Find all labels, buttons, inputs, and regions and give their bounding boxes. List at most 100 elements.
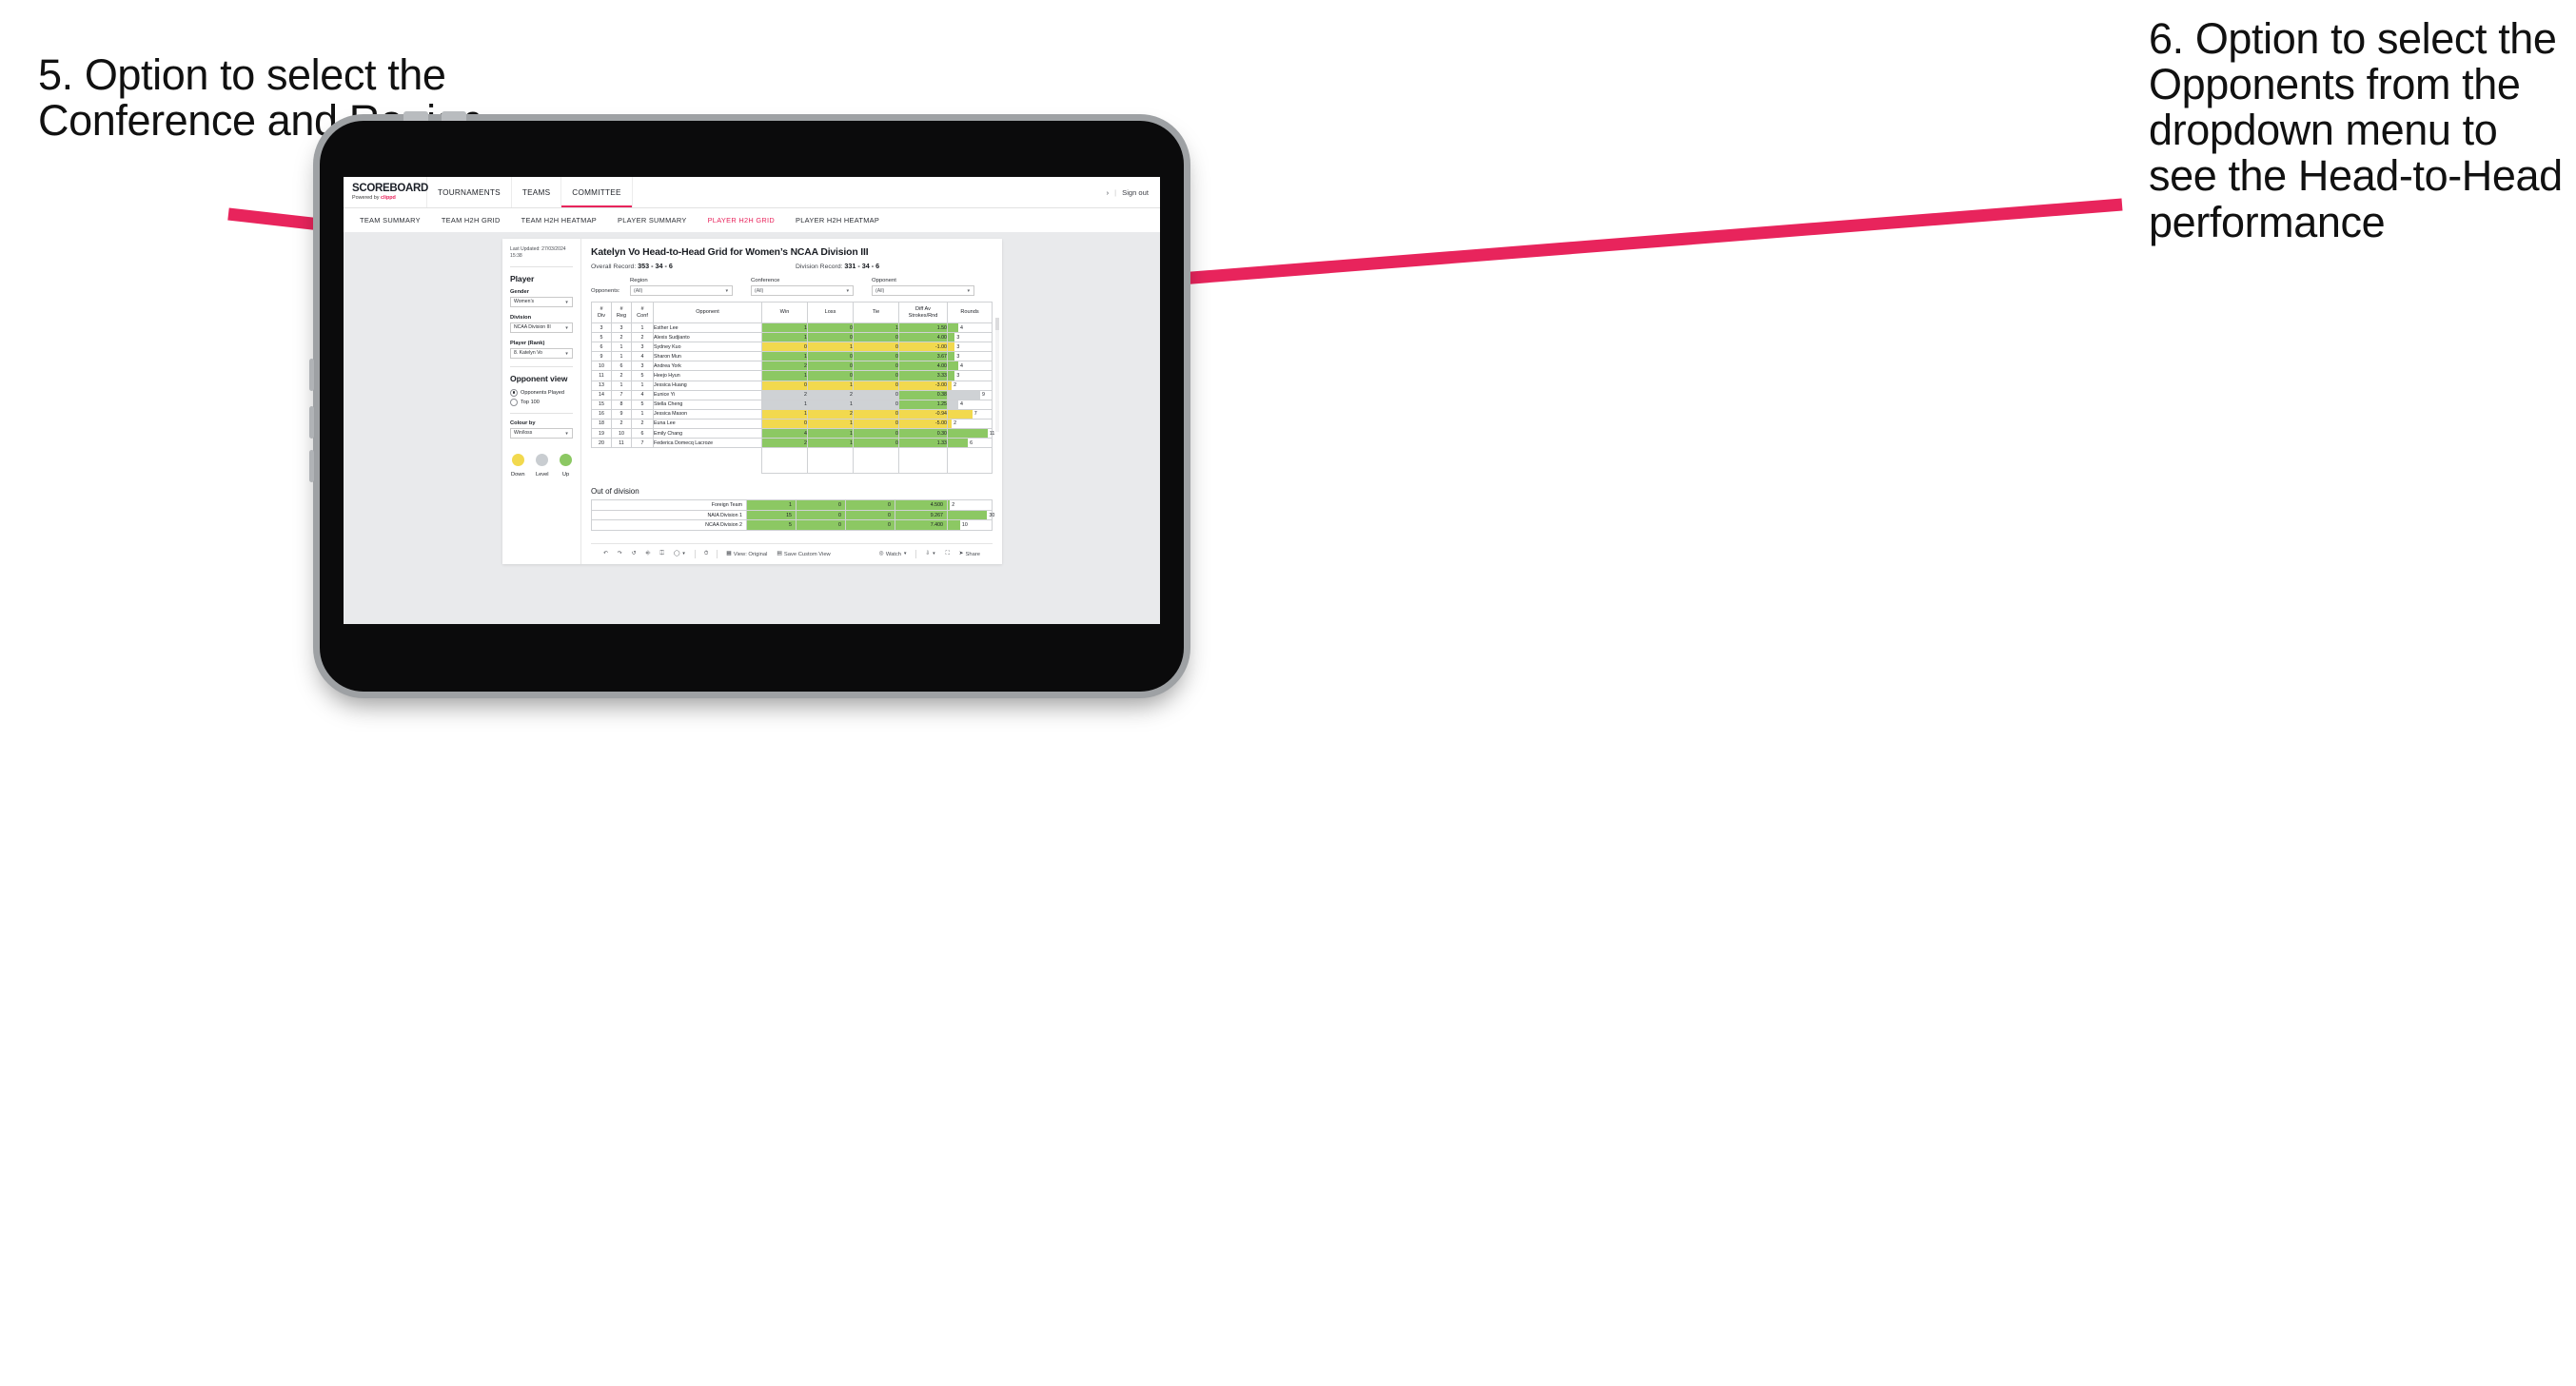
subnav-tab-player-h2h-grid[interactable]: PLAYER H2H GRID: [708, 216, 775, 224]
opponent-view-title: Opponent view: [510, 373, 568, 383]
col-header-div[interactable]: # Div: [591, 302, 612, 323]
sign-out-link[interactable]: Sign out: [1122, 188, 1149, 197]
side-button-1[interactable]: [309, 359, 314, 391]
table-row[interactable]: 20 11 7 Federica Domecq Lacroze 2 1 0 1.33 6: [591, 438, 993, 449]
subnav-tab-team-h2h-heatmap[interactable]: TEAM H2H HEATMAP: [521, 216, 597, 224]
redo-icon[interactable]: ↷: [613, 551, 627, 557]
share-button[interactable]: ➤ Share: [954, 551, 985, 557]
col-header-diff[interactable]: Diff Av Strokes/Rnd: [898, 302, 948, 323]
cell-loss: 0: [796, 499, 846, 511]
cell-conf: 5: [631, 370, 654, 381]
table-row[interactable]: 19 10 6 Emily Chang 4 1 0 0.30 11: [591, 428, 994, 439]
player-rank-select[interactable]: 8. Katelyn Vo ▼: [510, 347, 573, 359]
workspace-area: Last Updated: 27/03/2024 15:38 Player Ge…: [344, 232, 1160, 624]
volume-down-button[interactable]: [442, 111, 466, 121]
table-row[interactable]: 15 8 5 Stella Cheng 1 1 0 1.25 4: [591, 399, 993, 410]
region-select[interactable]: (All) ▼: [630, 285, 733, 296]
cell-opponent: Stella Cheng: [653, 399, 762, 410]
col-header-conf[interactable]: # Conf: [631, 302, 654, 323]
fullscreen-button[interactable]: ⛶: [941, 551, 954, 557]
col-header-tie[interactable]: Tie: [853, 302, 899, 323]
cell-win: 1: [746, 499, 796, 511]
view-original-button[interactable]: ▦ View: Original: [721, 551, 772, 557]
cell-rounds: 3: [947, 342, 993, 353]
opponent-filter: Opponent (All) ▼: [872, 278, 974, 296]
divider: [510, 265, 573, 267]
col-header-opponent[interactable]: Opponent: [653, 302, 762, 323]
subnav-tab-team-h2h-grid[interactable]: TEAM H2H GRID: [442, 216, 501, 224]
radio-opponents-played[interactable]: Opponents Played: [510, 388, 573, 397]
table-row[interactable]: 6 1 3 Sydney Kuo 0 1 0 -1.00 3: [591, 342, 993, 353]
table-row[interactable]: 5 2 2 Alexis Sudjianto 1 0 0 4.00 3: [591, 332, 993, 343]
division-record: Division Record: 331 - 34 - 6: [796, 262, 879, 270]
gender-label: Gender: [510, 288, 529, 295]
nav-tab-teams[interactable]: TEAMS: [512, 177, 562, 207]
chevron-right-icon[interactable]: ›: [1107, 188, 1110, 197]
table-row[interactable]: 16 9 1 Jessica Mason 1 2 0 -0.94 7: [591, 408, 993, 420]
table-row[interactable]: 3 3 1 Esther Lee 1 0 1 1.50 4: [591, 322, 993, 334]
cell-opponent: Esther Lee: [653, 322, 762, 334]
cell-opponent: Sharon Mun: [653, 351, 762, 362]
cell-rounds: 3: [947, 370, 993, 381]
cell-diff: 9.267: [895, 509, 948, 521]
cell-rounds: 9: [947, 389, 993, 400]
brand-tagline-prefix: Powered by: [352, 194, 381, 201]
table-row[interactable]: 9 1 4 Sharon Mun 1 0 0 3.67 3: [591, 351, 993, 362]
cell-loss: 1: [807, 399, 854, 410]
brand-logo[interactable]: SCOREBOARD Powered by clippd: [344, 177, 428, 207]
col-header-rounds[interactable]: Rounds: [947, 302, 993, 323]
conference-select[interactable]: (All) ▼: [751, 285, 854, 296]
colour-by-select[interactable]: Win/loss ▼: [510, 427, 573, 439]
region-filter: Region (All) ▼: [630, 278, 733, 296]
col-header-win[interactable]: Win: [761, 302, 808, 323]
volume-up-button[interactable]: [403, 111, 428, 121]
table-row[interactable]: 14 7 4 Eunice Yi 2 2 0 0.38 9: [591, 389, 993, 400]
table-row[interactable]: NAIA Division 1 15 0 0 9.267 30: [591, 509, 994, 521]
download-button[interactable]: ⇩ ▼: [920, 551, 940, 557]
revert-icon[interactable]: ↺: [627, 551, 641, 557]
gender-select[interactable]: Women’s ▼: [510, 296, 573, 307]
radio-icon-selected: [510, 388, 518, 397]
cell-tie: 0: [853, 370, 899, 381]
undo-icon[interactable]: ↶: [599, 551, 613, 557]
table-row[interactable]: 13 1 1 Jessica Huang 0 1 0 -3.00 2: [591, 380, 993, 391]
nav-tab-tournaments[interactable]: TOURNAMENTS: [427, 177, 512, 207]
watch-button[interactable]: ◎ Watch ▼: [875, 551, 913, 557]
colour-legend: Down Level Up: [502, 453, 580, 478]
brand-tagline: Powered by clippd: [352, 194, 426, 201]
history-icon[interactable]: ⏱: [699, 551, 714, 557]
opponent-select[interactable]: (All) ▼: [872, 285, 974, 296]
scrollbar-thumb[interactable]: [995, 318, 999, 330]
table-row[interactable]: Foreign Team 1 0 0 4.500 2: [591, 499, 993, 511]
pause-updates-icon[interactable]: ⎅: [655, 551, 669, 557]
table-row[interactable]: 18 2 2 Euna Lee 0 1 0 -5.00 2: [591, 418, 993, 430]
radio-top-100[interactable]: Top 100: [510, 398, 573, 406]
cell-diff: -3.00: [898, 380, 948, 391]
cell-win: 1: [761, 332, 808, 343]
subnav-tab-team-summary[interactable]: TEAM SUMMARY: [360, 216, 421, 224]
table-row[interactable]: 10 6 3 Andrea York 2 0 0 4.00 4: [591, 361, 993, 372]
legend-swatch-down: [511, 453, 524, 466]
cell-reg: 1: [611, 342, 632, 353]
main-content: Katelyn Vo Head-to-Head Grid for Women’s…: [581, 239, 1002, 564]
grid-vertical-scrollbar[interactable]: [995, 318, 999, 432]
col-header-reg[interactable]: # Reg: [611, 302, 632, 323]
subnav-tab-player-summary[interactable]: PLAYER SUMMARY: [618, 216, 687, 224]
save-custom-view-button[interactable]: ▤ Save Custom View: [772, 551, 835, 557]
cell-ood-label: Foreign Team: [591, 499, 747, 511]
col-header-loss[interactable]: Loss: [807, 302, 854, 323]
cell-div: 5: [591, 332, 612, 343]
division-select[interactable]: NCAA Division III ▼: [510, 322, 573, 333]
nav-tab-committee[interactable]: COMMITTEE: [561, 177, 633, 207]
side-button-2[interactable]: [309, 406, 314, 439]
bottom-toolbar: ↶ ↷ ↺ ⎆ ⎅ ◯ ▼ ⏱ ▦ View: Original ▤ Save Cus…: [591, 543, 993, 564]
highlight-icon[interactable]: ◯ ▼: [669, 551, 691, 557]
table-row[interactable]: 11 2 5 Heejo Hyun 1 0 0 3.33 3: [591, 370, 993, 381]
chevron-down-icon: ▼: [564, 324, 569, 330]
subnav-tab-player-h2h-heatmap[interactable]: PLAYER H2H HEATMAP: [796, 216, 879, 224]
legend-swatch-level: [536, 453, 549, 466]
side-button-3[interactable]: [309, 450, 314, 482]
table-row[interactable]: NCAA Division 2 5 0 0 7.400 10: [591, 519, 993, 531]
h2h-grid-wrapper: # Div # Reg # Conf Opponent Win Loss Tie Di…: [591, 302, 999, 475]
refresh-data-icon[interactable]: ⎆: [641, 551, 656, 557]
